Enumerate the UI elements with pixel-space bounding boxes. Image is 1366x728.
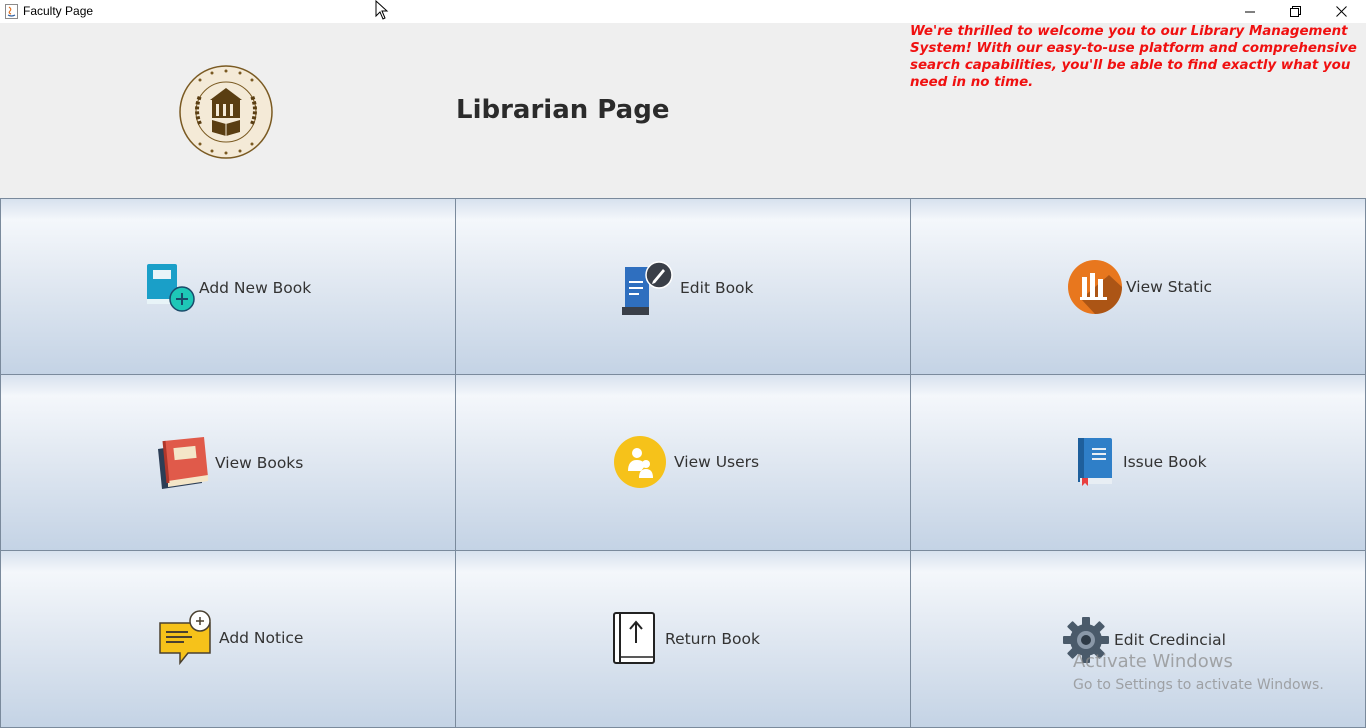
view-static-label: View Static <box>1126 278 1213 296</box>
issue-book-label: Issue Book <box>1123 453 1207 471</box>
add-new-book-button[interactable]: Add New Book <box>0 198 456 375</box>
add-book-icon <box>147 264 195 312</box>
restore-icon <box>1289 6 1301 17</box>
return-book-icon <box>613 612 655 664</box>
add-new-book-label: Add New Book <box>199 279 312 297</box>
view-users-label: View Users <box>674 453 760 471</box>
java-app-icon <box>5 4 18 19</box>
maximize-button[interactable] <box>1272 0 1318 23</box>
welcome-message: We're thrilled to welcome you to our Lib… <box>910 24 1357 90</box>
edit-book-icon <box>622 261 673 315</box>
view-books-button[interactable]: View Books <box>0 374 456 551</box>
window-title: Faculty Page <box>23 4 94 18</box>
mouse-cursor-icon <box>375 0 389 20</box>
users-icon <box>614 436 666 488</box>
edit-credincial-label: Edit Credincial <box>1114 631 1226 649</box>
view-books-label: View Books <box>215 454 304 472</box>
header-panel: Librarian Page We're thrilled to welcome… <box>0 23 1366 198</box>
notice-icon <box>159 610 211 666</box>
college-logo <box>179 65 273 159</box>
edit-credincial-button[interactable]: Edit Credincial <box>910 550 1366 728</box>
minimize-icon <box>1245 11 1255 12</box>
gear-icon <box>1063 617 1109 663</box>
add-notice-label: Add Notice <box>219 629 304 647</box>
close-icon <box>1335 6 1347 17</box>
add-notice-button[interactable]: Add Notice <box>0 550 456 728</box>
menu-grid: Add New Book Edit Book View Static View … <box>0 198 1366 728</box>
edit-book-label: Edit Book <box>680 279 754 297</box>
issue-book-button[interactable]: Issue Book <box>910 374 1366 551</box>
window-titlebar: Faculty Page <box>0 0 1366 23</box>
view-static-button[interactable]: View Static <box>910 198 1366 375</box>
return-book-label: Return Book <box>665 630 760 648</box>
close-button[interactable] <box>1318 0 1364 23</box>
return-book-button[interactable]: Return Book <box>455 550 911 728</box>
books-icon <box>158 437 208 489</box>
edit-book-button[interactable]: Edit Book <box>455 198 911 375</box>
page-title: Librarian Page <box>456 95 670 125</box>
minimize-button[interactable] <box>1227 0 1273 23</box>
issue-book-icon <box>1078 438 1112 486</box>
view-users-button[interactable]: View Users <box>455 374 911 551</box>
statistics-icon <box>1068 260 1122 314</box>
